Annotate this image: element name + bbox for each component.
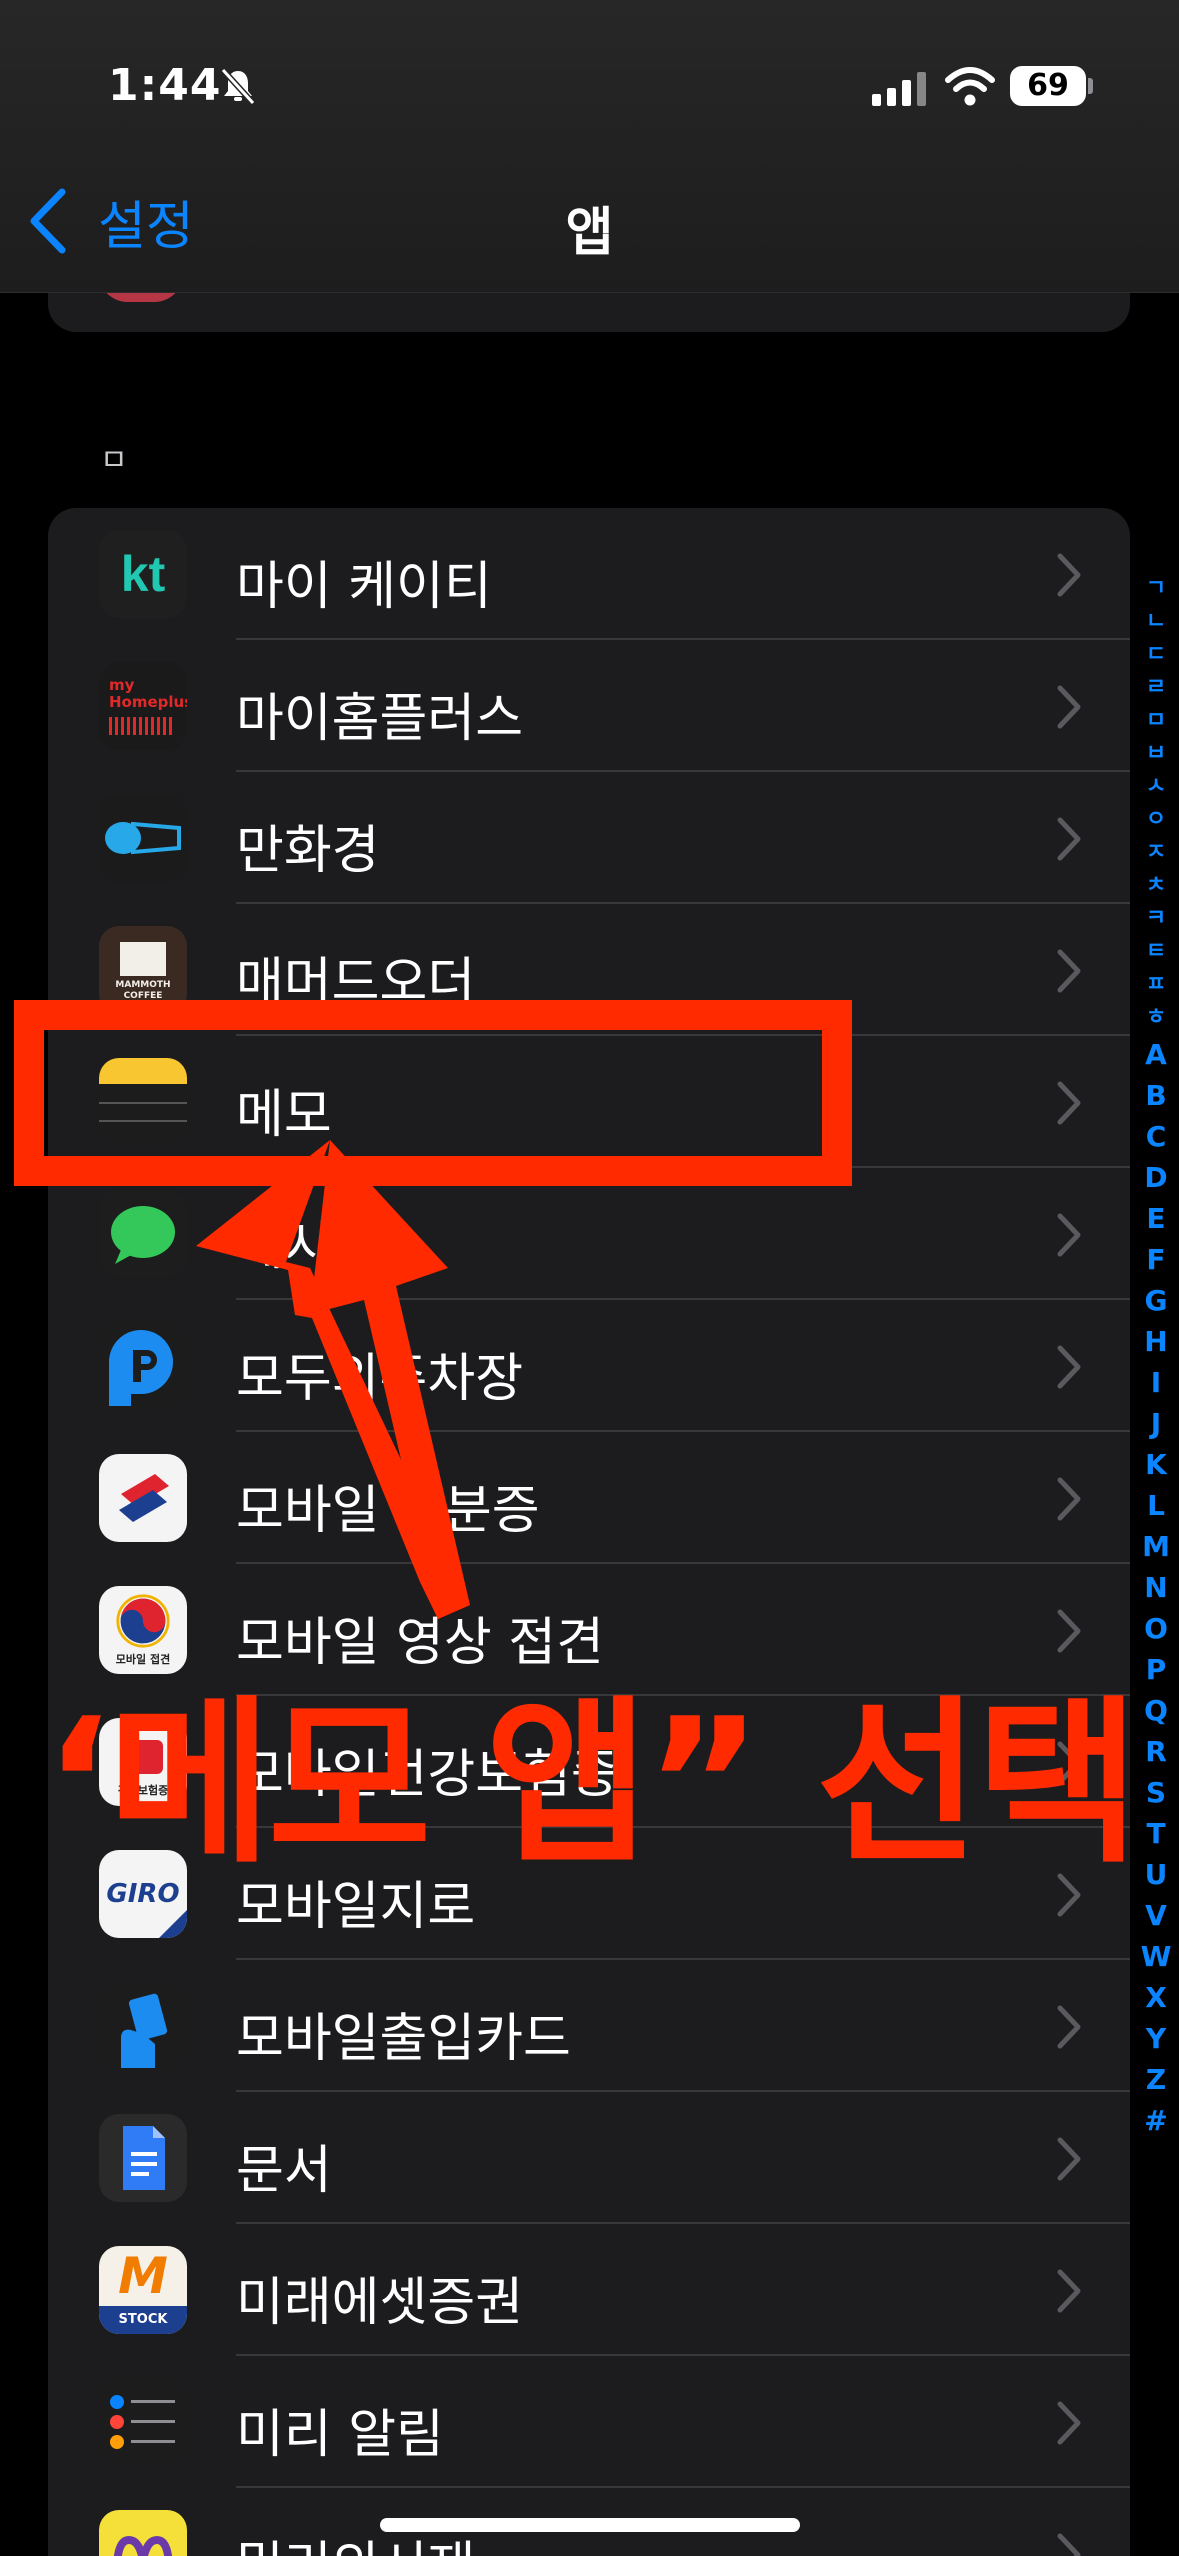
silent-bell-icon	[220, 67, 256, 106]
mobile-id-icon	[99, 1454, 187, 1542]
docs-icon	[99, 2114, 187, 2202]
index-letter[interactable]: ㄱ	[1146, 572, 1166, 605]
chevron-right-icon	[1057, 553, 1081, 597]
list-item-label: 메시지	[236, 1217, 380, 1277]
chevron-right-icon	[1057, 1477, 1081, 1521]
index-letter[interactable]: G	[1145, 1280, 1168, 1321]
list-item-reminders[interactable]: 미리 알림	[48, 2356, 1130, 2488]
chevron-right-icon	[1057, 685, 1081, 729]
battery-nub	[1088, 78, 1093, 94]
index-letter[interactable]: W	[1141, 1936, 1172, 1977]
index-letter[interactable]: E	[1146, 1198, 1165, 1239]
index-letter[interactable]: C	[1146, 1116, 1167, 1157]
list-item-label: 미리 알림	[236, 2405, 444, 2465]
list-item-label: 마이 케이티	[236, 557, 492, 617]
index-letter[interactable]: B	[1145, 1075, 1166, 1116]
list-item-mirae-asset[interactable]: M STOCK 미래에셋증권	[48, 2224, 1130, 2356]
chevron-right-icon	[1057, 2269, 1081, 2313]
index-letter[interactable]: ㅌ	[1146, 935, 1166, 968]
chevron-right-icon	[1057, 2401, 1081, 2445]
index-letter[interactable]: I	[1151, 1362, 1161, 1403]
list-item-messages[interactable]: 메시지	[48, 1168, 1130, 1300]
index-letter[interactable]: N	[1144, 1567, 1167, 1608]
mirae-asset-icon: M STOCK	[99, 2246, 187, 2334]
chevron-right-icon	[1057, 1081, 1081, 1125]
index-letter[interactable]: ㅇ	[1146, 803, 1166, 836]
homeplus-icon: my Homeplus	[99, 662, 187, 750]
chevron-right-icon	[1057, 1213, 1081, 1257]
list-item-manhwagyeong[interactable]: 만화경	[48, 772, 1130, 904]
index-letter[interactable]: A	[1145, 1034, 1167, 1075]
chevron-right-icon	[1057, 949, 1081, 993]
chevron-right-icon	[1057, 2005, 1081, 2049]
index-letter[interactable]: ㅂ	[1146, 737, 1166, 770]
list-item-my-kt[interactable]: kt 마이 케이티	[48, 508, 1130, 640]
section-index[interactable]: ㄱㄴㄷㄹㅁㅂㅅㅇㅈㅊㅋㅌㅍㅎABCDEFGHIJKLMNOPQRSTUVWXYZ…	[1141, 572, 1172, 2141]
list-item-label: 모바일 신분증	[236, 1481, 540, 1541]
access-card-icon	[99, 1982, 187, 2070]
list-item-mobile-id[interactable]: 모바일 신분증	[48, 1432, 1130, 1564]
index-letter[interactable]: K	[1145, 1444, 1167, 1485]
index-letter[interactable]: L	[1147, 1485, 1165, 1526]
app-list: kt 마이 케이티 my Homeplus 마이홈플러스 만화경 MAMMOTH…	[48, 508, 1130, 2556]
index-letter[interactable]: J	[1151, 1403, 1161, 1444]
index-letter[interactable]: V	[1145, 1895, 1167, 1936]
annotation-highlight-box	[14, 1000, 852, 1186]
kt-icon: kt	[99, 530, 187, 618]
manhwagyeong-icon	[99, 794, 187, 882]
parking-icon	[99, 1322, 187, 1410]
list-item-docs[interactable]: 문서	[48, 2092, 1130, 2224]
index-letter[interactable]: X	[1145, 1977, 1167, 2018]
index-letter[interactable]: F	[1146, 1239, 1165, 1280]
index-letter[interactable]: ㄴ	[1146, 605, 1166, 638]
list-item-label: 마이홈플러스	[236, 689, 524, 749]
index-letter[interactable]: H	[1144, 1321, 1167, 1362]
cellular-signal-icon	[872, 68, 926, 106]
home-indicator[interactable]	[380, 2518, 800, 2532]
index-letter[interactable]: ㅍ	[1146, 968, 1166, 1001]
index-letter[interactable]: ㅋ	[1146, 902, 1166, 935]
battery-indicator: 69	[1010, 66, 1086, 106]
chevron-right-icon	[1057, 1345, 1081, 1389]
list-item-label: 문서	[236, 2141, 332, 2201]
status-time: 1:44	[108, 60, 222, 111]
messages-icon	[99, 1190, 187, 1278]
index-letter[interactable]: D	[1144, 1157, 1167, 1198]
reminders-icon	[99, 2378, 187, 2466]
list-item-label: 모바일출입카드	[236, 2009, 571, 2069]
index-letter[interactable]: Y	[1146, 2018, 1166, 2059]
navigation-bar: 1:44 69 설정 앱	[0, 0, 1179, 293]
index-letter[interactable]: #	[1144, 2100, 1167, 2141]
section-header-mieum: ㅁ	[100, 443, 128, 478]
index-letter[interactable]: ㅎ	[1146, 1001, 1166, 1034]
chevron-right-icon	[1057, 817, 1081, 861]
index-letter[interactable]: M	[1142, 1526, 1170, 1567]
index-letter[interactable]: ㅁ	[1146, 704, 1166, 737]
millie-icon	[99, 2510, 187, 2556]
index-letter[interactable]: ㄹ	[1146, 671, 1166, 704]
index-letter[interactable]: ㄷ	[1146, 638, 1166, 671]
index-letter[interactable]: ㅊ	[1146, 869, 1166, 902]
chevron-right-icon	[1057, 2137, 1081, 2181]
list-item-label: 미래에셋증권	[236, 2273, 524, 2333]
wifi-icon	[945, 67, 995, 106]
index-letter[interactable]: Z	[1146, 2059, 1166, 2100]
list-item-label: 모두의주차장	[236, 1349, 524, 1409]
index-letter[interactable]: ㅈ	[1146, 836, 1166, 869]
annotation-caption: ‘메모 앱” 선택	[44, 1680, 1139, 1887]
chevron-right-icon	[1057, 2533, 1081, 2556]
list-item-label: 만화경	[236, 821, 380, 881]
list-item-mobile-access-card[interactable]: 모바일출입카드	[48, 1960, 1130, 2092]
page-title: 앱	[565, 203, 614, 263]
list-item-modu-parking[interactable]: 모두의주차장	[48, 1300, 1130, 1432]
index-letter[interactable]: ㅅ	[1146, 770, 1166, 803]
list-item-my-homeplus[interactable]: my Homeplus 마이홈플러스	[48, 640, 1130, 772]
